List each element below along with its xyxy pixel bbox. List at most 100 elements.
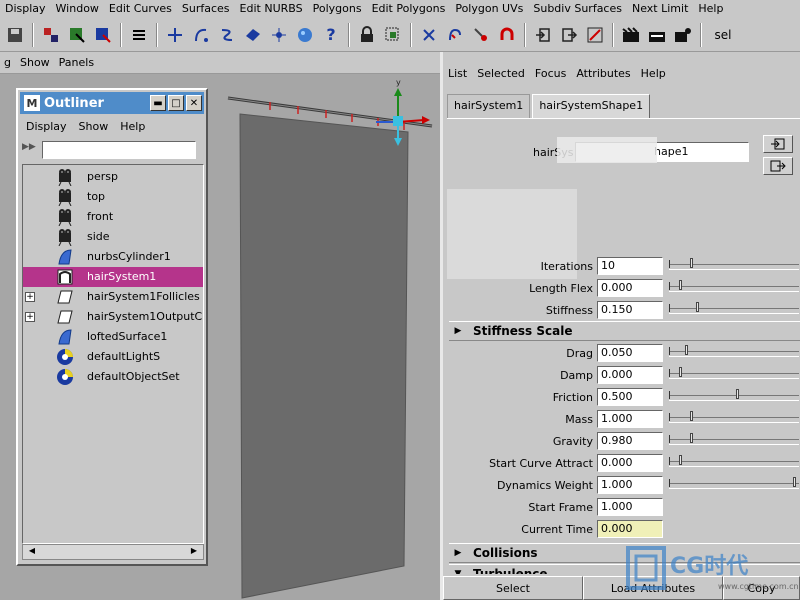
attr-slider-drag[interactable] (669, 345, 799, 357)
expand-arrow-icon[interactable]: ▶ (449, 326, 467, 336)
scroll-left-icon[interactable]: ◀ (25, 546, 39, 558)
attr-field-mass[interactable]: 1.000 (597, 410, 663, 428)
outliner-item-hairsystem1outputc[interactable]: + hairSystem1OutputC (23, 307, 203, 327)
expand-icon[interactable]: + (25, 292, 35, 302)
outliner-item-side[interactable]: side (23, 227, 203, 247)
output-ops-icon[interactable] (418, 24, 440, 46)
pin-icon[interactable] (470, 24, 492, 46)
slider-thumb[interactable] (793, 477, 796, 487)
save-icon[interactable] (4, 24, 26, 46)
scroll-right-icon[interactable]: ▶ (187, 546, 201, 558)
outliner-item-front[interactable]: front (23, 207, 203, 227)
slider-thumb[interactable] (679, 367, 682, 377)
outliner-item-loftedsurface1[interactable]: loftedSurface1 (23, 327, 203, 347)
attr-field-friction[interactable]: 0.500 (597, 388, 663, 406)
slider-thumb[interactable] (679, 280, 682, 290)
slider-thumb[interactable] (690, 433, 693, 443)
outliner-item-top[interactable]: top (23, 187, 203, 207)
attr-field-start-frame[interactable]: 1.000 (597, 498, 663, 516)
outliner-item-hairsystem1follicles[interactable]: + hairSystem1Follicles (23, 287, 203, 307)
menu-help[interactable]: Help (693, 0, 728, 18)
outliner-horizontal-scrollbar[interactable]: ◀ ▶ (22, 544, 204, 560)
outliner-item-defaultlights[interactable]: defaultLightS (23, 347, 203, 367)
attr-slider-stiffness[interactable] (669, 302, 799, 314)
snap-plane-icon[interactable] (242, 24, 264, 46)
viewport-menu-panels[interactable]: Panels (55, 56, 99, 69)
ae-menu-list[interactable]: List (443, 67, 472, 80)
menu-polygon-uvs[interactable]: Polygon UVs (450, 0, 528, 18)
attr-slider-damp[interactable] (669, 367, 799, 379)
menu-edit-nurbs[interactable]: Edit NURBS (235, 0, 308, 18)
snap-curve-icon[interactable] (190, 24, 212, 46)
outliner-list[interactable]: persp top front side nurbsCylinder1 hairSyste… (22, 164, 204, 544)
attr-slider-length-flex[interactable] (669, 280, 799, 292)
maximize-icon[interactable]: □ (168, 95, 184, 111)
snap-grid-icon[interactable] (164, 24, 186, 46)
minimize-icon[interactable]: ▬ (150, 95, 166, 111)
expand-icon[interactable]: + (25, 312, 35, 322)
render-icon[interactable] (584, 24, 606, 46)
menu-set-icon[interactable] (128, 24, 150, 46)
input-ops-icon[interactable] (382, 24, 404, 46)
help-icon[interactable]: ? (320, 24, 342, 46)
ipr-render-icon[interactable] (646, 24, 668, 46)
slider-thumb[interactable] (736, 389, 739, 399)
menu-subdiv-surfaces[interactable]: Subdiv Surfaces (528, 0, 627, 18)
magnet-icon[interactable] (496, 24, 518, 46)
output-connection-icon[interactable] (558, 24, 580, 46)
attr-field-iterations[interactable]: 10 (597, 257, 663, 275)
sphere-icon[interactable] (294, 24, 316, 46)
outliner-menu-show[interactable]: Show (75, 120, 117, 133)
ae-menu-selected[interactable]: Selected (472, 67, 530, 80)
outliner-menu-display[interactable]: Display (22, 120, 75, 133)
input-connections-button[interactable] (763, 135, 793, 153)
menu-edit-polygons[interactable]: Edit Polygons (367, 0, 451, 18)
select-component-icon[interactable] (92, 24, 114, 46)
attr-slider-friction[interactable] (669, 389, 799, 401)
render-frame-icon[interactable] (620, 24, 642, 46)
slider-thumb[interactable] (696, 302, 699, 312)
tab-hairsystemshape1[interactable]: hairSystemShape1 (532, 94, 651, 118)
attr-field-gravity[interactable]: 0.980 (597, 432, 663, 450)
select-object-icon[interactable] (66, 24, 88, 46)
slider-thumb[interactable] (679, 455, 682, 465)
attr-slider-dynamics-weight[interactable] (669, 477, 799, 489)
attr-slider-iterations[interactable] (669, 258, 799, 270)
menu-surfaces[interactable]: Surfaces (177, 0, 235, 18)
attr-field-stiffness[interactable]: 0.150 (597, 301, 663, 319)
attr-slider-mass[interactable] (669, 411, 799, 423)
render-settings-icon[interactable] (672, 24, 694, 46)
attr-slider-gravity[interactable] (669, 433, 799, 445)
attr-field-drag[interactable]: 0.050 (597, 344, 663, 362)
lock-icon[interactable] (356, 24, 378, 46)
attr-slider-start-curve-attract[interactable] (669, 455, 799, 467)
expand-arrow-icon[interactable]: ▶ (449, 548, 467, 558)
outliner-filter-input[interactable] (42, 141, 196, 159)
select-button[interactable]: Select (443, 576, 583, 600)
menu-edit-curves[interactable]: Edit Curves (104, 0, 177, 18)
ae-menu-attributes[interactable]: Attributes (571, 67, 635, 80)
outliner-item-nurbscylinder1[interactable]: nurbsCylinder1 (23, 247, 203, 267)
ae-menu-focus[interactable]: Focus (530, 67, 571, 80)
viewport-menu-show[interactable]: Show (16, 56, 55, 69)
filter-arrows-icon[interactable]: ▶▶ (22, 142, 42, 158)
slider-thumb[interactable] (690, 411, 693, 421)
input-connection-icon[interactable] (532, 24, 554, 46)
snap-point-icon[interactable] (216, 24, 238, 46)
outliner-menu-help[interactable]: Help (116, 120, 153, 133)
tab-hairsystem1[interactable]: hairSystem1 (447, 94, 531, 118)
select-hierarchy-icon[interactable] (40, 24, 62, 46)
history-icon[interactable] (444, 24, 466, 46)
attr-field-start-curve-attract[interactable]: 0.000 (597, 454, 663, 472)
close-icon[interactable]: ✕ (186, 95, 202, 111)
select-field-label[interactable]: sel (708, 24, 738, 46)
outliner-item-defaultobjectset[interactable]: defaultObjectSet (23, 367, 203, 387)
attr-field-length-flex[interactable]: 0.000 (597, 279, 663, 297)
ae-menu-help[interactable]: Help (636, 67, 671, 80)
collapse-arrow-icon[interactable]: ▼ (449, 569, 467, 574)
slider-thumb[interactable] (690, 258, 693, 268)
slider-thumb[interactable] (685, 345, 688, 355)
attr-field-current-time[interactable]: 0.000 (597, 520, 663, 538)
outliner-item-persp[interactable]: persp (23, 167, 203, 187)
attr-field-damp[interactable]: 0.000 (597, 366, 663, 384)
